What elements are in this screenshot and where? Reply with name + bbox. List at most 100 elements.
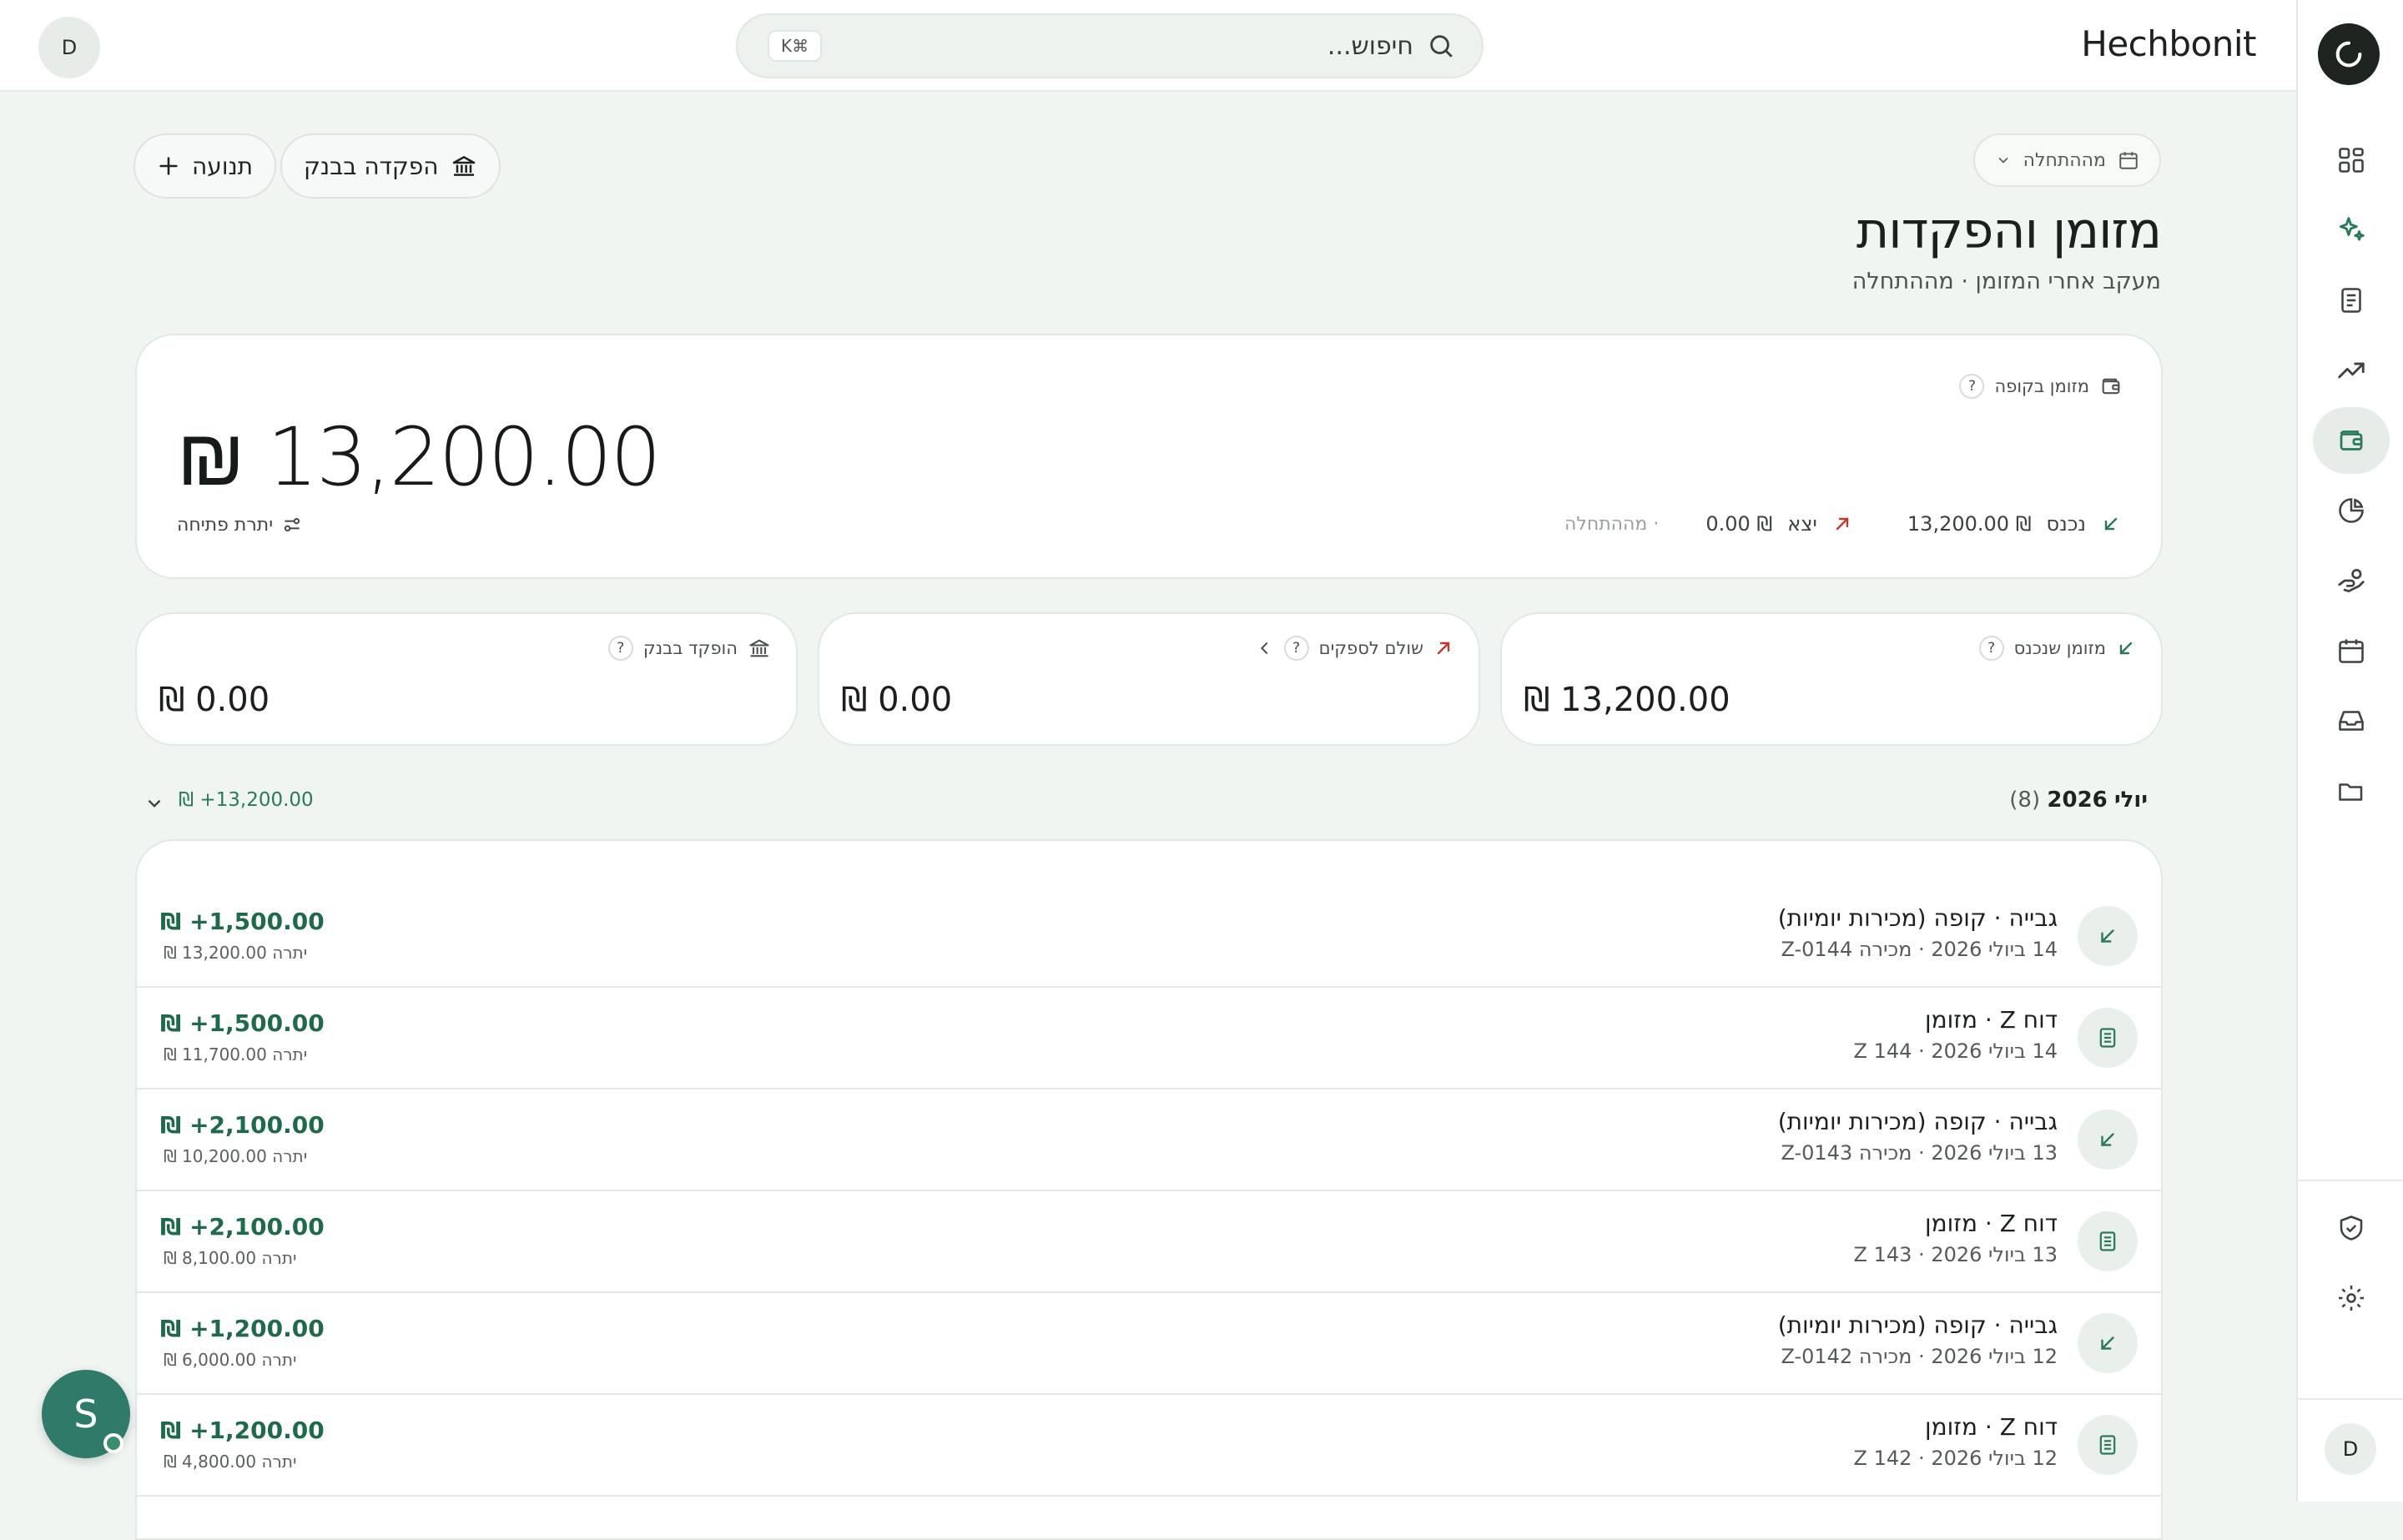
arrow-up-right-icon xyxy=(1433,638,1453,658)
nav-calendar[interactable] xyxy=(2313,617,2390,684)
search-input[interactable]: חיפוש... xyxy=(1327,32,1413,61)
search-shortcut-hint: K⌘ xyxy=(768,30,823,62)
opening-balance-label: יתרת פתיחה xyxy=(177,514,274,536)
help-icon[interactable]: ? xyxy=(1978,636,2004,661)
period-label: · מההתחלה xyxy=(1564,513,1660,535)
list-item[interactable]: דוח Z · מזומן 13 ביולי 2026 · Z 143 ₪ +2… xyxy=(137,1191,2161,1293)
in-label: נכנס xyxy=(2046,512,2086,536)
calendar-icon xyxy=(2118,149,2139,171)
rail-divider xyxy=(2298,1398,2403,1400)
nav-documents[interactable] xyxy=(2313,267,2390,334)
top-bar: D K⌘ חיפוש... Hechbonit xyxy=(0,0,2296,92)
nav-files[interactable] xyxy=(2313,757,2390,824)
out-label: יצא xyxy=(1787,512,1817,536)
deposit-button-label: הפקדה בבנק xyxy=(304,152,439,180)
help-icon[interactable]: ? xyxy=(1283,636,1309,661)
rail-divider xyxy=(2298,1180,2403,1181)
folder-icon xyxy=(2336,776,2366,806)
shield-check-icon xyxy=(2336,1213,2366,1243)
bank-deposit-button[interactable]: הפקדה בבנק xyxy=(280,133,501,199)
kpi-paid-suppliers[interactable]: שולם לספקים ? ₪ 0.00 xyxy=(818,612,1480,746)
list-item[interactable]: גבייה · קופה (מכירות יומיות) 12 ביולי 20… xyxy=(137,1293,2161,1395)
add-transaction-button[interactable]: תנועה xyxy=(134,133,277,199)
kpi-deposited-label-row: הופקד בבנק ? xyxy=(607,636,771,661)
chevron-down-icon[interactable] xyxy=(144,793,165,814)
receipt-icon xyxy=(2096,1026,2119,1049)
wallet-icon xyxy=(2099,375,2123,398)
calendar-icon xyxy=(2336,636,2366,666)
arrow-down-left-icon xyxy=(2116,638,2136,658)
wallet-icon xyxy=(2336,425,2366,455)
cash-balance-amount: ₪ 13,200.00 xyxy=(177,410,662,504)
list-item[interactable]: דוח Z · מזומן 14 ביולי 2026 · Z 144 ₪ +1… xyxy=(137,988,2161,1090)
tx-title: דוח Z · מזומן xyxy=(1925,1006,2058,1034)
nav-cash[interactable] xyxy=(2313,407,2390,474)
sliders-icon xyxy=(281,514,303,536)
tx-amount: ₪ +1,200.00 xyxy=(160,1417,325,1444)
tx-balance: ₪ יתרה 11,700.00 xyxy=(164,1044,308,1064)
tx-meta: 12 ביולי 2026 · Z 142 xyxy=(1853,1447,2058,1470)
month-name: יולי xyxy=(2114,788,2148,813)
date-range-filter[interactable]: מההתחלה xyxy=(1972,133,2161,187)
tx-balance: ₪ יתרה 13,200.00 xyxy=(164,943,308,963)
user-avatar-rail[interactable]: D xyxy=(2325,1423,2376,1475)
tx-title: גבייה · קופה (מכירות יומיות) xyxy=(1777,1311,2058,1339)
tx-meta: 13 ביולי 2026 · Z 143 xyxy=(1853,1243,2058,1266)
in-value: ₪ 13,200.00 xyxy=(1907,512,2032,536)
cash-balance-card: מזומן בקופה ? ₪ 13,200.00 נכנס ₪ 13,200.… xyxy=(135,334,2163,579)
hand-coins-icon xyxy=(2335,565,2367,596)
tx-amount: ₪ +2,100.00 xyxy=(160,1213,325,1241)
opening-balance-link[interactable]: יתרת פתיחה xyxy=(177,514,303,536)
tx-balance: ₪ יתרה 10,200.00 xyxy=(164,1146,308,1166)
receipt-icon xyxy=(2096,1230,2119,1253)
arrow-down-left-icon xyxy=(2097,925,2118,947)
nav-reports[interactable] xyxy=(2313,477,2390,544)
pie-chart-icon xyxy=(2336,496,2366,526)
tx-meta: 14 ביולי 2026 · Z 144 xyxy=(1853,1039,2058,1063)
nav-payments[interactable] xyxy=(2313,547,2390,614)
nav-inbox[interactable] xyxy=(2313,687,2390,754)
trend-icon xyxy=(2335,355,2367,386)
list-item[interactable]: דוח Z · מזומן 12 ביולי 2026 · Z 142 ₪ +1… xyxy=(137,1395,2161,1497)
kpi-received-value: ₪ 13,200.00 xyxy=(1524,681,1730,719)
nav-trends[interactable] xyxy=(2313,337,2390,404)
tx-title: דוח Z · מזומן xyxy=(1925,1413,2058,1441)
cash-flow-summary: נכנס ₪ 13,200.00 יצא ₪ 0.00 · מההתחלה xyxy=(1564,512,2121,536)
app-logo[interactable] xyxy=(2318,23,2380,85)
kpi-cash-received: מזומן שנכנס ? ₪ 13,200.00 xyxy=(1500,612,2163,746)
month-group-header[interactable]: יולי 2026 (8) ₪ +13,200.00 xyxy=(135,784,2154,823)
list-item[interactable]: גבייה · קופה (מכירות יומיות) 13 ביולי 20… xyxy=(137,1090,2161,1191)
date-filter-label: מההתחלה xyxy=(2023,149,2106,171)
nav-dashboard[interactable] xyxy=(2313,127,2390,194)
nav-ai[interactable] xyxy=(2313,197,2390,264)
arrow-down-left-icon xyxy=(2097,1332,2118,1354)
plus-icon xyxy=(157,154,180,178)
search-bar[interactable]: K⌘ חיפוש... xyxy=(736,13,1484,78)
page-subtitle: מעקב אחרי המזומן · מההתחלה xyxy=(1851,269,2161,294)
chevron-left-icon[interactable] xyxy=(1256,639,1274,657)
nav-security[interactable] xyxy=(2313,1195,2390,1261)
settings-icon xyxy=(2336,1283,2366,1313)
tx-title: גבייה · קופה (מכירות יומיות) xyxy=(1777,1108,2058,1135)
user-avatar[interactable]: D xyxy=(38,17,100,78)
brand-logo-text[interactable]: Hechbonit xyxy=(2081,23,2256,64)
tx-meta: 14 ביולי 2026 · מכירה Z-0144 xyxy=(1781,938,2058,961)
tx-meta: 12 ביולי 2026 · מכירה Z-0142 xyxy=(1781,1345,2058,1368)
kpi-deposited-bank: הופקד בבנק ? ₪ 0.00 xyxy=(135,612,798,746)
kpi-deposited-value: ₪ 0.00 xyxy=(159,681,270,719)
search-icon xyxy=(1427,32,1455,60)
page-title: מזומן והפקדות xyxy=(1856,202,2162,260)
kpi-paid-label-row: שולם לספקים ? xyxy=(1256,636,1453,661)
help-icon[interactable]: ? xyxy=(1959,374,1985,399)
list-item[interactable]: גבייה · קופה (מכירות יומיות) 14 ביולי 20… xyxy=(137,886,2161,988)
help-icon[interactable]: ? xyxy=(607,636,633,661)
arrow-down-left-icon xyxy=(2097,1129,2118,1150)
tx-icon-wrap xyxy=(2078,1008,2138,1068)
tx-amount: ₪ +1,500.00 xyxy=(160,1009,325,1037)
tx-amount: ₪ +1,200.00 xyxy=(160,1315,325,1342)
tx-title: דוח Z · מזומן xyxy=(1925,1210,2058,1237)
cash-label-text: מזומן בקופה xyxy=(1994,376,2089,396)
nav-settings[interactable] xyxy=(2313,1265,2390,1331)
tx-icon-wrap xyxy=(2078,1110,2138,1170)
transaction-button-label: תנועה xyxy=(192,152,254,180)
